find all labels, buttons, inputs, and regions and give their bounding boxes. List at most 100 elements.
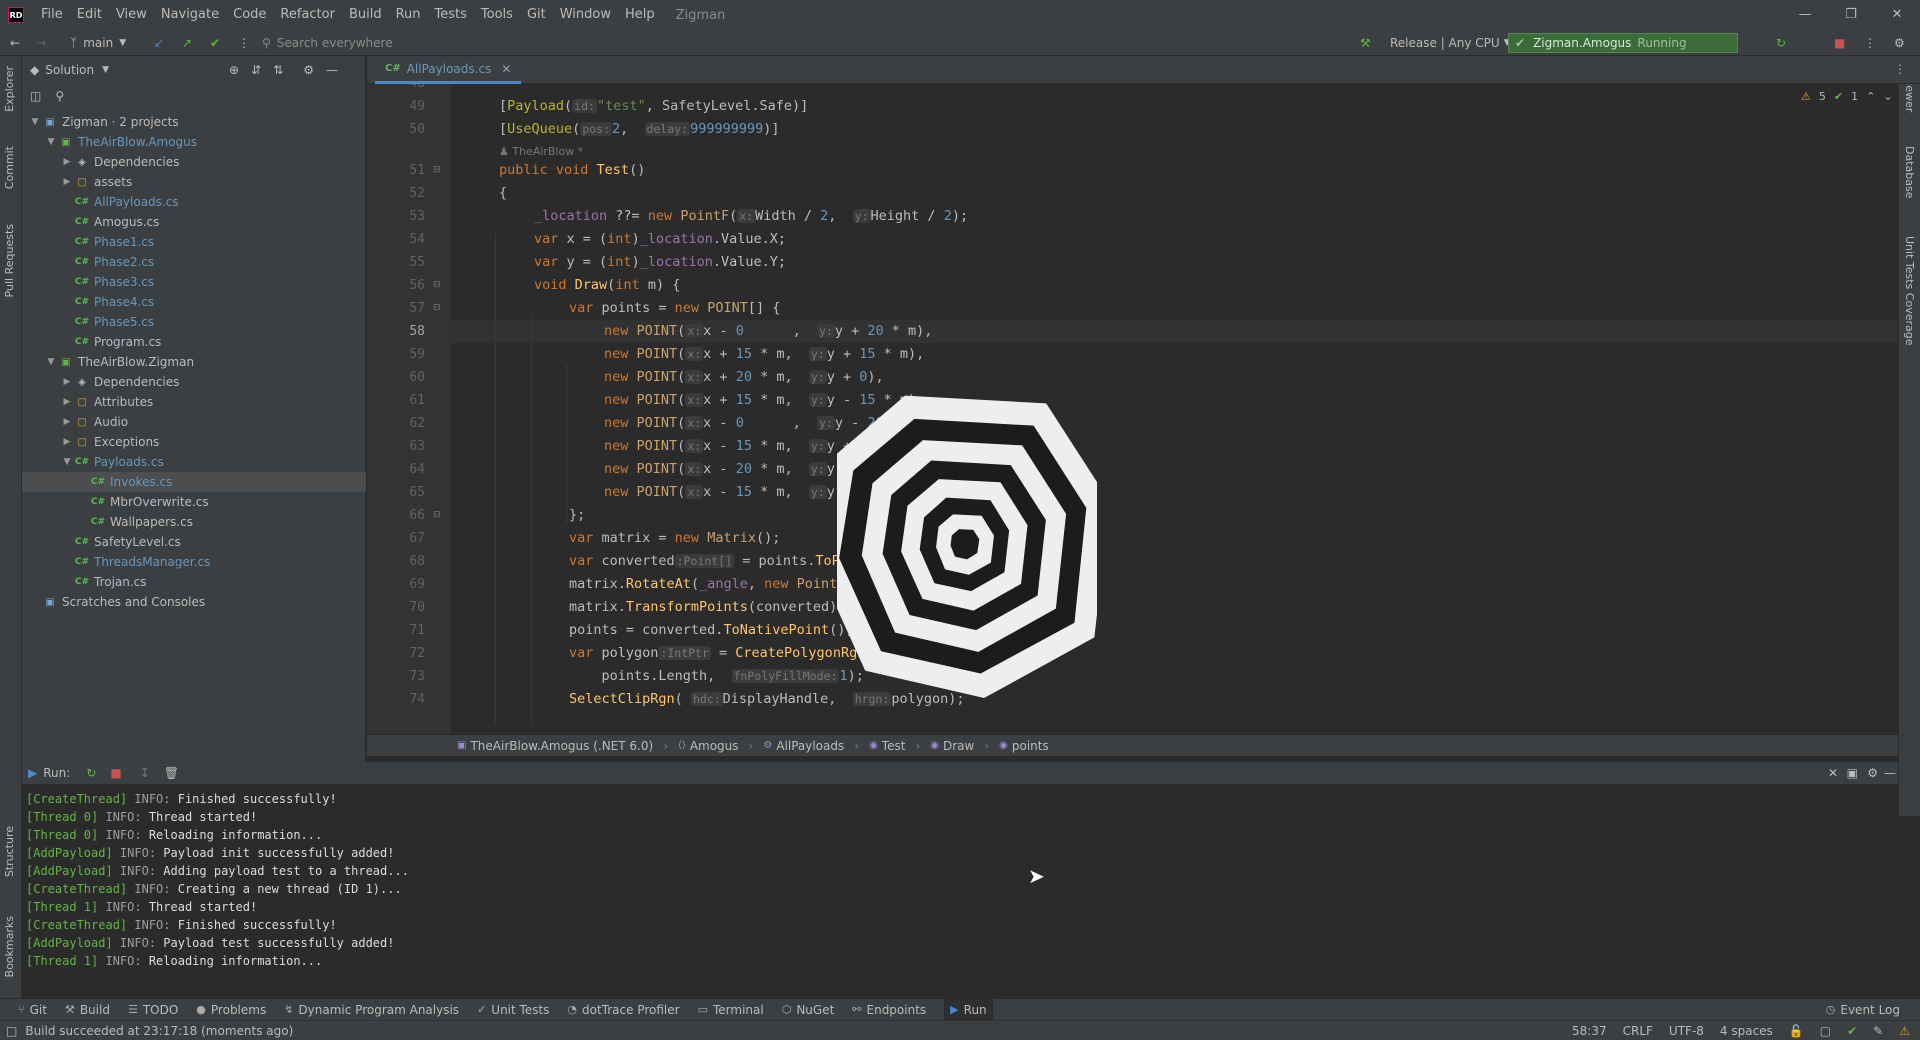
search-icon[interactable]: ⚲ <box>55 89 64 103</box>
show-all-files-icon[interactable]: ◫ <box>30 89 41 103</box>
chevron-right-icon[interactable]: ▶ <box>60 157 74 167</box>
settings-gear-icon[interactable]: ⚙ <box>1867 766 1878 780</box>
tree-item[interactable]: C# Wallpapers.cs <box>22 512 366 532</box>
solution-title[interactable]: Solution <box>45 63 94 77</box>
restore-icon[interactable]: ❐ <box>1828 0 1874 30</box>
tree-item[interactable]: C# Phase2.cs <box>22 252 366 272</box>
pen-icon[interactable]: ✎ <box>1873 1024 1883 1038</box>
menu-window[interactable]: Window <box>553 0 618 30</box>
tree-item[interactable]: ▶ ◈ Dependencies <box>22 372 366 392</box>
code-area[interactable]: [Payload(id: "test", SafetyLevel.Safe)] [U… <box>451 84 1898 734</box>
tool-terminal[interactable]: ▭ Terminal <box>698 1003 764 1017</box>
code-line[interactable]: [Payload(id: "test", SafetyLevel.Safe)] <box>499 95 808 118</box>
tree-item[interactable]: ▶ □ Exceptions <box>22 432 366 452</box>
code-line[interactable]: var x = (int)_location.Value.X; <box>534 228 786 251</box>
tree-item[interactable]: ▼ ▣ Zigman · 2 projects <box>22 112 366 132</box>
code-line[interactable]: public void Test() <box>499 159 645 182</box>
menu-navigate[interactable]: Navigate <box>154 0 226 30</box>
scroll-to-end-icon[interactable]: ↧ <box>140 766 150 780</box>
tool-unit-tests-coverage[interactable]: Unit Tests Coverage <box>1903 236 1916 345</box>
tree-item[interactable]: ▶ ◈ Dependencies <box>22 152 366 172</box>
collapse-all-icon[interactable]: ⇅ <box>273 63 283 77</box>
menu-refactor[interactable]: Refactor <box>273 0 342 30</box>
breadcrumb-item[interactable]: Draw <box>943 739 974 753</box>
inspection-widget[interactable]: ⚠ 5 ✔ 1 ⌃ ⌄ <box>1801 90 1893 103</box>
tool-structure[interactable]: Structure <box>3 826 16 877</box>
inspection-ok-icon[interactable]: ✔ <box>1847 1024 1857 1038</box>
menu-run[interactable]: Run <box>389 0 428 30</box>
tree-item[interactable]: C# Program.cs <box>22 332 366 352</box>
close-icon[interactable]: ✕ <box>501 62 511 76</box>
tool-problems[interactable]: ● Problems <box>196 1003 266 1017</box>
build-hammer-icon[interactable]: ⚒ <box>1360 33 1371 53</box>
settings-gear-icon[interactable]: ⚙ <box>1894 33 1905 53</box>
tree-item[interactable]: ▣ Scratches and Consoles <box>22 592 366 612</box>
run-config-selector[interactable]: ✔ Zigman.Amogus Running <box>1508 33 1738 53</box>
code-line[interactable]: void Draw(int m) { <box>534 274 680 297</box>
memory-icon[interactable]: ▢ <box>1820 1024 1831 1038</box>
tree-item[interactable]: C# Phase4.cs <box>22 292 366 312</box>
update-project-icon[interactable]: ↙ <box>154 33 164 53</box>
chevron-down-icon[interactable]: ▼ <box>28 117 42 127</box>
chevron-right-icon[interactable]: ▶ <box>60 177 74 187</box>
menu-tools[interactable]: Tools <box>474 0 520 30</box>
more-vert-icon[interactable]: ⋮ <box>1894 62 1906 76</box>
branch-selector[interactable]: ᛉ main ▼ <box>70 33 126 53</box>
code-line[interactable]: points.Length, fnPolyFillMode: 1); <box>569 665 864 688</box>
tool-commit[interactable]: Commit <box>3 146 16 189</box>
forward-icon[interactable]: → <box>36 33 46 53</box>
tool-run[interactable]: ▶ Run <box>944 998 993 1021</box>
indent-setting[interactable]: 4 spaces <box>1720 1024 1773 1038</box>
tree-item[interactable]: ▶ □ Attributes <box>22 392 366 412</box>
tree-item[interactable]: C# Phase3.cs <box>22 272 366 292</box>
tool-todo[interactable]: ☰ TODO <box>128 1003 178 1017</box>
tree-item[interactable]: ▼ C# Payloads.cs <box>22 452 366 472</box>
chevron-right-icon[interactable]: ▶ <box>60 397 74 407</box>
tool-nuget[interactable]: ⬡ NuGet <box>782 1003 835 1017</box>
settings-gear-icon[interactable]: ⚙ <box>303 63 314 77</box>
breadcrumb-item[interactable]: AllPayloads <box>776 739 844 753</box>
code-line[interactable]: { <box>499 182 507 205</box>
tree-item[interactable]: C# Phase5.cs <box>22 312 366 332</box>
tree-item[interactable]: C# MbrOverwrite.cs <box>22 492 366 512</box>
code-line[interactable]: points = converted.ToNativePoint(); <box>569 619 854 642</box>
search-everywhere[interactable]: ⚲ Search everywhere <box>262 33 402 53</box>
menu-code[interactable]: Code <box>226 0 273 30</box>
code-line[interactable]: new POINT(x: x - 0 , y: y + 20 * m), <box>604 320 932 343</box>
menu-tests[interactable]: Tests <box>428 0 474 30</box>
lock-icon[interactable]: 🔓 <box>1789 1024 1804 1038</box>
tree-item[interactable]: C# Amogus.cs <box>22 212 366 232</box>
rerun-icon[interactable]: ↻ <box>1776 33 1786 53</box>
chevron-down-icon[interactable]: ▼ <box>60 457 74 467</box>
status-message[interactable]: Build succeeded at 23:17:18 (moments ago… <box>25 1024 293 1038</box>
fold-icon[interactable]: ⊟ <box>433 303 441 313</box>
chevron-down-icon[interactable]: ▼ <box>44 357 58 367</box>
tool-endpoints[interactable]: ⚯ Endpoints <box>852 1003 926 1017</box>
tree-item[interactable]: ▼ ▣ TheAirBlow.Zigman <box>22 352 366 372</box>
layout-icon[interactable]: ▣ <box>1847 766 1858 780</box>
breadcrumb-item[interactable]: Amogus <box>690 739 739 753</box>
breadcrumb-item[interactable]: points <box>1012 739 1049 753</box>
tab-allpayloads[interactable]: C# AllPayloads.cs ✕ <box>375 56 522 84</box>
tree-item[interactable]: C# Trojan.cs <box>22 572 366 592</box>
chevron-right-icon[interactable]: ▶ <box>60 377 74 387</box>
tree-item[interactable]: ▼ ▣ TheAirBlow.Amogus <box>22 132 366 152</box>
code-line[interactable]: var y = (int)_location.Value.Y; <box>534 251 786 274</box>
notification-warning-icon[interactable]: ⚠ <box>1899 1024 1910 1038</box>
tool-dynamic-program-analysis[interactable]: ↯ Dynamic Program Analysis <box>284 1003 459 1017</box>
code-line[interactable]: }; <box>569 504 585 527</box>
rerun-icon[interactable]: ↻ <box>86 766 96 780</box>
trash-icon[interactable]: 🗑 <box>164 766 179 780</box>
chevron-right-icon[interactable]: ▶ <box>60 437 74 447</box>
hide-icon[interactable]: — <box>1884 766 1896 780</box>
tool-git[interactable]: ⑂ Git <box>18 1003 47 1017</box>
fold-icon[interactable]: ⊟ <box>433 280 441 290</box>
stop-icon[interactable]: ■ <box>110 766 121 780</box>
tree-item[interactable]: ▶ □ assets <box>22 172 366 192</box>
file-encoding[interactable]: UTF-8 <box>1669 1024 1704 1038</box>
code-line[interactable]: _location ??= new PointF(x: Width / 2, y:… <box>534 205 968 228</box>
caret-position[interactable]: 58:37 <box>1572 1024 1607 1038</box>
expand-all-icon[interactable]: ⇵ <box>251 63 261 77</box>
tool-pull-requests[interactable]: Pull Requests <box>3 224 16 297</box>
tree-item[interactable]: C# Phase1.cs <box>22 232 366 252</box>
